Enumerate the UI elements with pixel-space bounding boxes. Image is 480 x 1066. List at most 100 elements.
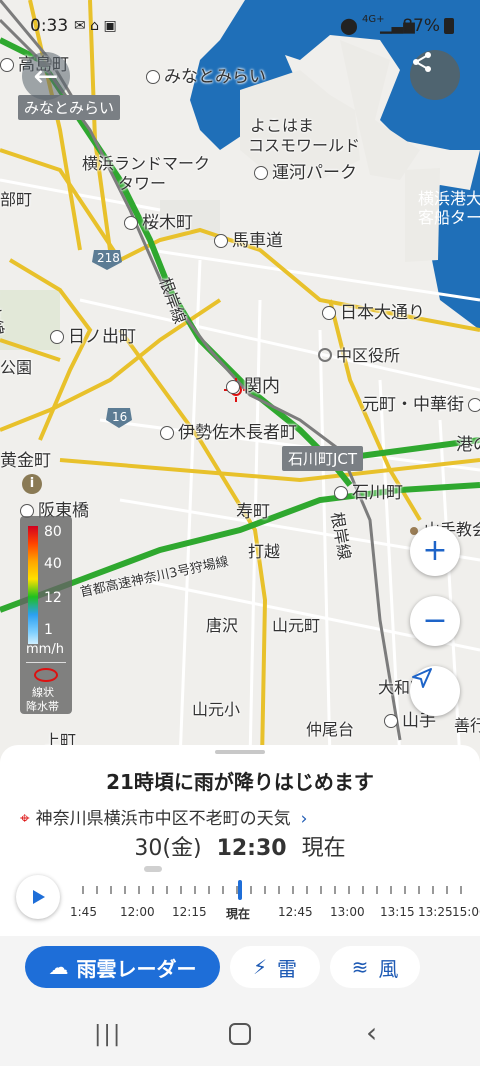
timeline-tick — [306, 886, 308, 894]
linear-rainband-icon — [34, 668, 58, 682]
map-label-station[interactable]: 元町・中華街 — [362, 390, 480, 415]
timeline-tick — [208, 886, 210, 894]
legend-band-label: 降水帯 — [26, 700, 59, 713]
map-label-station[interactable]: みなとみらい — [146, 62, 266, 87]
info-marker-icon[interactable]: i — [22, 474, 42, 494]
timeline-tick — [96, 886, 98, 894]
battery-level: 87% — [402, 16, 440, 36]
station-icon — [322, 306, 336, 320]
map-label: 客船ター — [418, 208, 480, 227]
map-label: 山元町 — [272, 616, 321, 635]
station-icon — [226, 380, 240, 394]
timeline-label: 12:15 — [172, 905, 207, 919]
poi-icon — [318, 348, 332, 362]
recent-apps-icon[interactable]: ||| — [94, 1022, 122, 1047]
timeline-label-now: 現在 — [226, 907, 251, 920]
chevron-right-icon: › — [300, 809, 308, 829]
rain-forecast-headline: 21時頃に雨が降りはじめます — [106, 770, 374, 794]
map-label-station[interactable]: 日本大通り — [322, 298, 425, 323]
map-label: 山元小 — [192, 700, 241, 719]
station-icon — [384, 714, 398, 728]
home-icon[interactable] — [229, 1023, 251, 1045]
map-label-station[interactable]: 黄金町 — [0, 446, 51, 471]
timeline-tick — [250, 886, 252, 894]
rain-cloud-icon: ☁ — [48, 955, 69, 979]
map-label-station[interactable]: 伊勢佐木長者町 — [160, 418, 297, 443]
timeline-tick — [166, 886, 168, 894]
map-label-station[interactable]: 馬車道 — [214, 226, 283, 251]
timeline-tick — [236, 886, 238, 894]
crosshair-icon: ⌖ — [20, 809, 30, 829]
timeline-tick — [348, 886, 350, 894]
arrow-left-icon: ← — [33, 58, 59, 94]
date-label: 30(金) — [134, 836, 202, 861]
map-label-station[interactable]: 桜木町 — [124, 208, 193, 233]
timeline-tick — [362, 886, 364, 894]
location-icon: ⬤ — [340, 16, 358, 35]
route-number: 16 — [112, 410, 128, 424]
timeline-tick — [278, 886, 280, 894]
share-button[interactable] — [410, 50, 460, 100]
timeline-tick — [264, 886, 266, 894]
map-label-station[interactable]: 日ノ出町 — [50, 322, 136, 347]
back-button[interactable]: ← — [22, 52, 70, 100]
timeline-tick — [460, 886, 462, 894]
play-icon — [33, 890, 45, 904]
zoom-in-button[interactable]: + — [410, 526, 460, 576]
map-view[interactable]: 高島町 みなとみらい みなとみらい よこはま コスモワールド 横浜ランドマーク … — [0, 0, 480, 760]
legend-value: 1 — [44, 622, 53, 638]
map-area-tag: みなとみらい — [18, 95, 121, 120]
timeline-label: 15:00 — [452, 905, 480, 919]
timeline-tick — [180, 886, 182, 894]
tab-rain-radar[interactable]: ☁ 雨雲レーダー — [25, 946, 220, 988]
map-label: 公園 — [0, 358, 33, 377]
back-nav-icon[interactable]: ‹ — [366, 1016, 377, 1049]
current-location-button[interactable] — [410, 666, 460, 716]
legend-value: 40 — [44, 556, 62, 572]
timeline-slider[interactable]: 1:45 12:00 12:15 現在 12:45 13:00 13:15 13… — [70, 880, 480, 920]
map-label: 仲尾台 — [306, 720, 355, 739]
battery-icon — [444, 18, 454, 34]
timeline-tick — [320, 886, 322, 894]
map-label: 唐沢 — [206, 616, 239, 635]
map-label-station[interactable]: 運河パーク — [254, 158, 357, 183]
station-icon — [124, 216, 138, 230]
map-label-poi: 中区役所 — [318, 342, 400, 366]
map-label: 打越 — [248, 542, 281, 561]
timeline-tick — [334, 886, 336, 894]
station-icon — [334, 486, 348, 500]
timeline-label: 13:25 — [418, 905, 453, 919]
route-number: 218 — [97, 251, 120, 265]
location-name: 神奈川県横浜市中区不老町の天気 — [35, 809, 291, 829]
timeline-tick — [390, 886, 392, 894]
timeline-tick — [124, 886, 126, 894]
legend-divider — [26, 662, 66, 663]
plus-icon: + — [422, 533, 448, 568]
timeline-tick — [152, 886, 154, 894]
time-label: 12:30 — [216, 836, 287, 861]
play-button[interactable] — [16, 875, 60, 919]
sheet-handle[interactable] — [215, 750, 265, 754]
map-label-station[interactable]: 関内 — [226, 372, 280, 398]
rain-legend-scale — [28, 526, 38, 644]
timeline-tick — [376, 886, 378, 894]
timeline-tick — [432, 886, 434, 894]
timeline-label: 13:00 — [330, 905, 365, 919]
station-icon — [0, 58, 14, 72]
status-time: 0:33 — [30, 16, 69, 36]
map-label: タワー — [118, 174, 167, 193]
tab-thunder[interactable]: ⚡ 雷 — [230, 946, 320, 988]
timeline-label: 13:15 — [380, 905, 415, 919]
zoom-out-button[interactable]: − — [410, 596, 460, 646]
tab-wind[interactable]: ≋ 風 — [330, 946, 420, 988]
map-label: 部町 — [0, 190, 33, 209]
location-link[interactable]: ⌖ 神奈川県横浜市中区不老町の天気 › — [20, 804, 307, 829]
timeline-thumb[interactable] — [238, 880, 242, 900]
station-icon — [50, 330, 64, 344]
legend-unit: mm/h — [26, 642, 64, 657]
minus-icon: − — [422, 603, 448, 638]
jct-tag: 石川町JCT — [282, 446, 364, 471]
map-label-station[interactable]: 石川町 — [334, 478, 403, 503]
map-label: 善行 — [454, 716, 480, 735]
timeline-label: 1:45 — [70, 905, 97, 919]
